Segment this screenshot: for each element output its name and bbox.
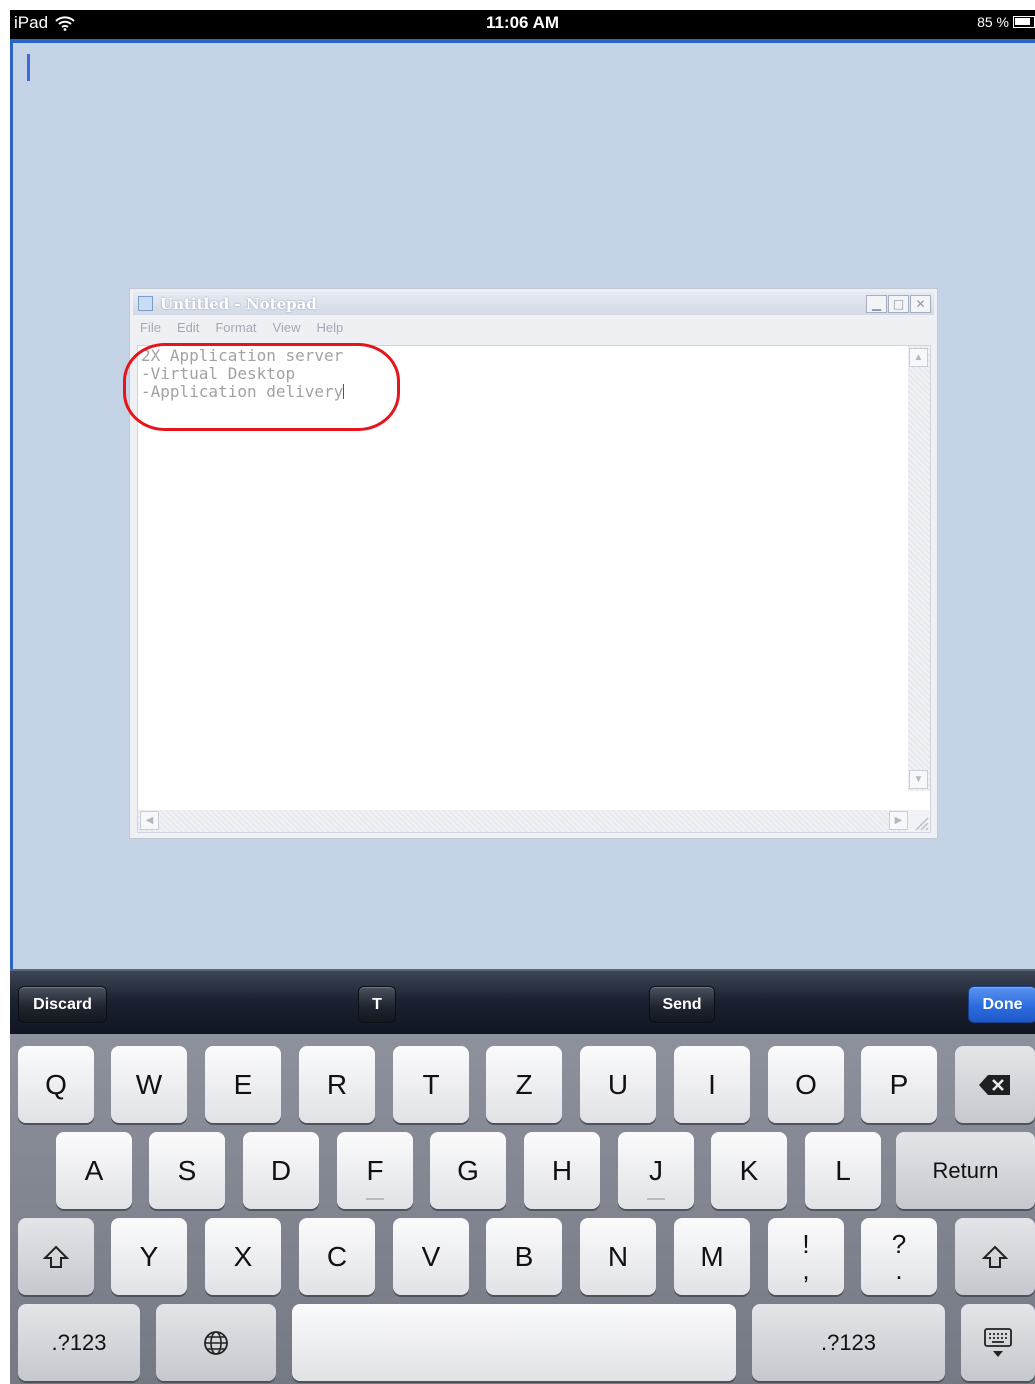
text-cursor <box>27 54 30 81</box>
key-a[interactable]: A <box>56 1132 132 1209</box>
notepad-menubar: File Edit Format View Help <box>140 320 343 335</box>
shift-icon <box>982 1245 1008 1268</box>
highlight-annotation <box>123 343 400 431</box>
home-row-mark <box>647 1198 665 1200</box>
key-period-label: . <box>895 1254 903 1285</box>
hide-keyboard-icon <box>984 1327 1012 1357</box>
battery-percent: 85 % <box>977 14 1009 30</box>
key-d[interactable]: D <box>243 1132 319 1209</box>
maximize-icon[interactable]: □ <box>888 295 909 313</box>
key-exclamation-comma-labels: ! , <box>802 1231 809 1283</box>
scroll-right-icon[interactable]: ▶ <box>889 811 908 830</box>
key-exclamation-comma[interactable]: ! , <box>768 1218 844 1295</box>
shift-right-key[interactable] <box>955 1218 1035 1295</box>
key-m[interactable]: M <box>674 1218 750 1295</box>
menu-file[interactable]: File <box>140 320 161 335</box>
numbers-right-key[interactable]: .?123 <box>752 1304 945 1381</box>
scroll-left-icon[interactable]: ◀ <box>140 811 159 830</box>
key-j[interactable]: J <box>618 1132 694 1209</box>
resize-grip-icon[interactable] <box>908 810 930 832</box>
return-key[interactable]: Return <box>896 1132 1035 1209</box>
ipad-screen: iPad 11:06 AM 85 % Untitled - Notepad ▁ … <box>10 10 1035 1384</box>
scroll-down-icon[interactable]: ▼ <box>909 770 928 789</box>
notepad-title: Untitled - Notepad <box>160 295 317 313</box>
key-u[interactable]: U <box>580 1046 656 1123</box>
key-question-label: ? <box>891 1228 907 1259</box>
key-j-label: J <box>649 1154 663 1186</box>
key-v[interactable]: V <box>393 1218 469 1295</box>
key-t[interactable]: T <box>393 1046 469 1123</box>
backspace-key[interactable] <box>955 1046 1035 1123</box>
status-battery-group: 85 % <box>977 14 1035 30</box>
globe-key[interactable] <box>156 1304 276 1381</box>
horizontal-scrollbar[interactable]: ◀ ▶ <box>138 810 910 832</box>
send-button[interactable]: Send <box>649 986 715 1023</box>
key-y[interactable]: Y <box>111 1218 187 1295</box>
menu-view[interactable]: View <box>273 320 301 335</box>
key-o[interactable]: O <box>768 1046 844 1123</box>
space-key[interactable] <box>292 1304 736 1381</box>
left-accent-rule <box>10 39 13 979</box>
menu-help[interactable]: Help <box>316 320 343 335</box>
status-bar: iPad 11:06 AM 85 % <box>10 10 1035 39</box>
discard-button[interactable]: Discard <box>18 986 107 1023</box>
key-f[interactable]: F <box>337 1132 413 1209</box>
keyboard-toolbar: Discard T Send Done <box>10 969 1035 1034</box>
notepad-titlebar[interactable]: Untitled - Notepad ▁ □ ✕ <box>133 292 934 315</box>
key-s[interactable]: S <box>149 1132 225 1209</box>
scroll-up-icon[interactable]: ▲ <box>909 348 928 367</box>
key-question-period[interactable]: ? . <box>861 1218 937 1295</box>
backspace-icon <box>979 1074 1010 1095</box>
vertical-scrollbar[interactable]: ▲ ▼ <box>908 346 930 791</box>
on-screen-keyboard: Q W E R T Z U I O P A S D F G H J K L Re… <box>10 1034 1035 1384</box>
hide-keyboard-key[interactable] <box>961 1304 1035 1381</box>
text-format-button[interactable]: T <box>358 986 396 1023</box>
key-h[interactable]: H <box>524 1132 600 1209</box>
key-z[interactable]: Z <box>486 1046 562 1123</box>
key-b[interactable]: B <box>486 1218 562 1295</box>
shift-left-key[interactable] <box>18 1218 94 1295</box>
key-n[interactable]: N <box>580 1218 656 1295</box>
key-q[interactable]: Q <box>18 1046 94 1123</box>
home-row-mark <box>366 1198 384 1200</box>
key-r[interactable]: R <box>299 1046 375 1123</box>
close-icon[interactable]: ✕ <box>910 295 931 313</box>
key-i[interactable]: I <box>674 1046 750 1123</box>
menu-edit[interactable]: Edit <box>177 320 199 335</box>
key-question-period-labels: ? . <box>892 1231 906 1283</box>
key-x[interactable]: X <box>205 1218 281 1295</box>
top-accent-rule <box>10 39 1035 43</box>
key-exclamation-label: ! <box>802 1228 810 1259</box>
key-c[interactable]: C <box>299 1218 375 1295</box>
status-time: 11:06 AM <box>485 13 560 32</box>
key-l[interactable]: L <box>805 1132 881 1209</box>
key-p[interactable]: P <box>861 1046 937 1123</box>
key-k[interactable]: K <box>711 1132 787 1209</box>
battery-icon <box>1013 16 1035 28</box>
window-controls: ▁ □ ✕ <box>866 295 931 313</box>
key-w[interactable]: W <box>111 1046 187 1123</box>
globe-icon <box>204 1330 228 1355</box>
minimize-icon[interactable]: ▁ <box>866 295 887 313</box>
key-g[interactable]: G <box>430 1132 506 1209</box>
key-f-label: F <box>366 1154 384 1186</box>
menu-format[interactable]: Format <box>215 320 256 335</box>
shift-icon <box>43 1245 69 1268</box>
notepad-app-icon <box>138 296 153 311</box>
done-button[interactable]: Done <box>968 986 1035 1023</box>
key-e[interactable]: E <box>205 1046 281 1123</box>
numbers-left-key[interactable]: .?123 <box>18 1304 140 1381</box>
key-comma-label: , <box>802 1254 810 1285</box>
